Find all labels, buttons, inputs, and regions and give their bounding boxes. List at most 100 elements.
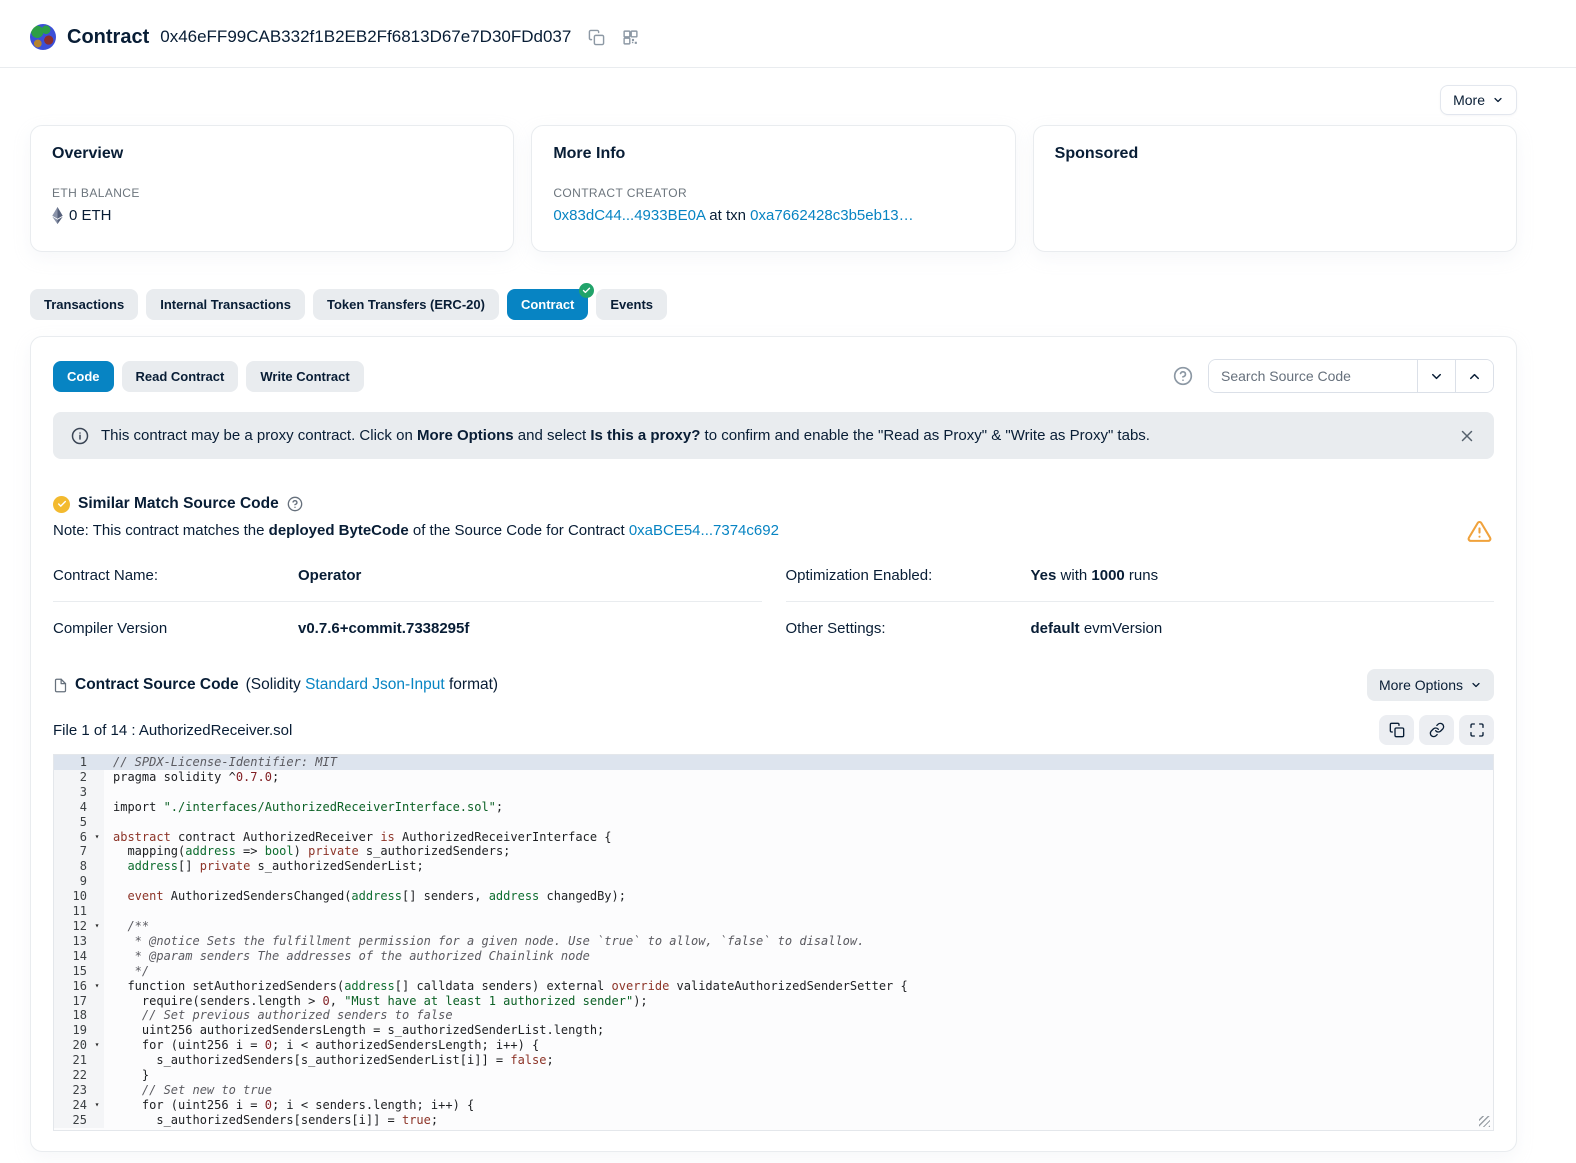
creator-address-link[interactable]: 0x83dC44...4933BE0A: [553, 207, 705, 224]
code-text: }: [104, 1068, 149, 1083]
help-circle-icon[interactable]: [1173, 366, 1193, 386]
line-number: 16: [54, 979, 90, 994]
other-settings-value: default evmVersion: [1031, 620, 1163, 637]
page-header: Contract 0x46eFF99CAB332f1B2EB2Ff6813D67…: [0, 0, 1576, 67]
resize-handle[interactable]: [1479, 1116, 1490, 1127]
more-info-card: More Info CONTRACT CREATOR 0x83dC44...49…: [531, 125, 1015, 252]
file-icon: [53, 678, 68, 693]
code-line: 14 * @param senders The addresses of the…: [54, 949, 1493, 964]
search-prev-button[interactable]: [1417, 360, 1455, 392]
copy-icon[interactable]: [588, 29, 605, 46]
creator-txn-link[interactable]: 0xa7662428c3b5eb13…: [750, 207, 913, 224]
fold-gutter: [90, 770, 104, 785]
tab-events[interactable]: Events: [596, 289, 667, 320]
line-number: 7: [54, 844, 90, 859]
line-number: 8: [54, 859, 90, 874]
permalink-button[interactable]: [1419, 715, 1454, 745]
code-line: 19 uint256 authorizedSendersLength = s_a…: [54, 1023, 1493, 1038]
code-text: [104, 904, 120, 919]
json-input-link[interactable]: Standard Json-Input: [305, 676, 445, 693]
line-number: 20: [54, 1038, 90, 1053]
fold-gutter: [90, 1083, 104, 1098]
tab-internal-transactions[interactable]: Internal Transactions: [146, 289, 305, 320]
fold-arrow-icon[interactable]: ▾: [90, 1098, 104, 1113]
code-line: 6▾abstract contract AuthorizedReceiver i…: [54, 830, 1493, 845]
search-source-input[interactable]: [1209, 360, 1417, 392]
compiler-version-value: v0.7.6+commit.7338295f: [298, 620, 469, 637]
code-text: s_authorizedSenders[s_authorizedSenderLi…: [104, 1053, 554, 1068]
similar-match-title: Similar Match Source Code: [78, 495, 279, 513]
code-text: mapping(address => bool) private s_autho…: [104, 844, 510, 859]
tab-token-transfers-erc-20[interactable]: Token Transfers (ERC-20): [313, 289, 499, 320]
matched-contract-link[interactable]: 0xaBCE54...7374c692: [629, 522, 779, 539]
contract-panel: Code Read ContractWrite Contract: [30, 336, 1517, 1152]
proxy-notice: This contract may be a proxy contract. C…: [53, 412, 1494, 459]
code-line: 3: [54, 785, 1493, 800]
fold-gutter: [90, 755, 104, 770]
code-text: // Set new to true: [104, 1083, 272, 1098]
code-line: 18 // Set previous authorized senders to…: [54, 1008, 1493, 1023]
line-number: 4: [54, 800, 90, 815]
line-number: 25: [54, 1113, 90, 1128]
expand-button[interactable]: [1459, 715, 1494, 745]
fold-gutter: [90, 964, 104, 979]
code-text: require(senders.length > 0, "Must have a…: [104, 994, 648, 1009]
copy-source-button[interactable]: [1379, 715, 1414, 745]
qr-code-icon[interactable]: [622, 29, 639, 46]
code-text: [104, 874, 120, 889]
subtab-code[interactable]: Code: [53, 361, 114, 392]
line-number: 13: [54, 934, 90, 949]
more-options-button[interactable]: More Options: [1367, 669, 1494, 701]
search-next-button[interactable]: [1455, 360, 1493, 392]
copy-icon: [1389, 722, 1405, 738]
more-button-label: More: [1453, 92, 1485, 108]
code-line: 8 address[] private s_authorizedSenderLi…: [54, 859, 1493, 874]
code-tabs: Code Read ContractWrite Contract: [53, 361, 364, 392]
fold-arrow-icon[interactable]: ▾: [90, 979, 104, 994]
line-number: 18: [54, 1008, 90, 1023]
code-line: 1// SPDX-License-Identifier: MIT: [54, 755, 1493, 770]
subtab-write-contract[interactable]: Write Contract: [246, 361, 363, 392]
file-info: File 1 of 14 : AuthorizedReceiver.sol: [53, 722, 292, 739]
proxy-notice-text: This contract may be a proxy contract. C…: [101, 427, 1150, 444]
fold-arrow-icon[interactable]: ▾: [90, 919, 104, 934]
source-search: [1208, 359, 1494, 393]
tab-contract[interactable]: Contract: [507, 289, 588, 320]
fold-gutter: [90, 949, 104, 964]
tab-transactions[interactable]: Transactions: [30, 289, 138, 320]
code-line: 21 s_authorizedSenders[s_authorizedSende…: [54, 1053, 1493, 1068]
help-circle-icon[interactable]: [287, 496, 303, 512]
code-line: 7 mapping(address => bool) private s_aut…: [54, 844, 1493, 859]
code-editor[interactable]: 1// SPDX-License-Identifier: MIT2pragma …: [53, 754, 1494, 1131]
eth-balance-label: ETH BALANCE: [52, 186, 492, 200]
close-icon[interactable]: [1458, 427, 1476, 445]
line-number: 23: [54, 1083, 90, 1098]
more-button[interactable]: More: [1440, 85, 1517, 115]
code-line: 20▾ for (uint256 i = 0; i < authorizedSe…: [54, 1038, 1493, 1053]
source-code-format: (Solidity Standard Json-Input format): [246, 676, 498, 694]
contract-address: 0x46eFF99CAB332f1B2EB2Ff6813D67e7D30FDd0…: [160, 27, 571, 47]
line-number: 17: [54, 994, 90, 1009]
line-number: 1: [54, 755, 90, 770]
fold-arrow-icon[interactable]: ▾: [90, 1038, 104, 1053]
line-number: 6: [54, 830, 90, 845]
fold-arrow-icon[interactable]: ▾: [90, 830, 104, 845]
code-text: for (uint256 i = 0; i < senders.length; …: [104, 1098, 474, 1113]
fold-gutter: [90, 844, 104, 859]
link-icon: [1429, 722, 1445, 738]
code-text: s_authorizedSenders[senders[i]] = true;: [104, 1113, 438, 1128]
subtab-read-contract[interactable]: Read Contract: [122, 361, 239, 392]
eth-balance-amount: 0 ETH: [69, 207, 112, 224]
warning-triangle-icon[interactable]: [1467, 519, 1492, 544]
code-text: [104, 785, 120, 800]
line-number: 21: [54, 1053, 90, 1068]
fold-gutter: [90, 815, 104, 830]
code-text: function setAuthorizedSenders(address[] …: [104, 979, 908, 994]
code-text: import "./interfaces/AuthorizedReceiverI…: [104, 800, 503, 815]
sponsored-card-title: Sponsored: [1055, 145, 1495, 163]
other-settings-label: Other Settings:: [786, 620, 1031, 637]
code-text: */: [104, 964, 149, 979]
code-text: uint256 authorizedSendersLength = s_auth…: [104, 1023, 604, 1038]
eth-diamond-icon: [52, 207, 63, 224]
optimization-value: Yes with 1000 runs: [1031, 567, 1159, 584]
